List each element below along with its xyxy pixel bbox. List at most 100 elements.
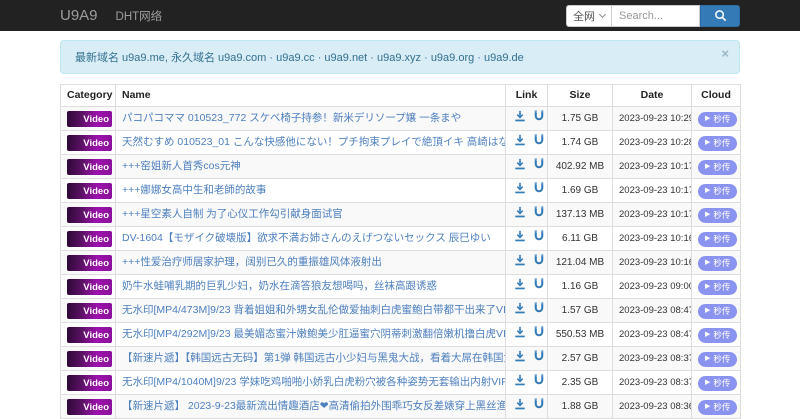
magnet-icon[interactable] xyxy=(533,206,545,223)
magnet-icon[interactable] xyxy=(533,278,545,295)
cloud-instant-upload-button[interactable]: ▶ 秒传 xyxy=(698,112,738,127)
torrent-name-link[interactable]: 无水印[MP4/473M]9/23 背着姐姐和外甥女乱伦做爱抽刺白虎蜜鲍白带都干… xyxy=(122,304,505,316)
magnet-icon[interactable] xyxy=(533,374,545,391)
download-icon[interactable] xyxy=(514,398,526,415)
search-icon xyxy=(714,10,726,22)
download-icon[interactable] xyxy=(514,302,526,319)
category-badge-video[interactable]: Video xyxy=(67,326,112,343)
date-cell: 2023-09-23 08:36:49 xyxy=(612,394,692,419)
cloud-instant-upload-button[interactable]: ▶ 秒传 xyxy=(698,160,738,175)
name-cell: 天然むすめ 010523_01 こんな快感他にない！プチ拘束プレイで絶頂イキ 高… xyxy=(115,130,506,155)
play-icon: ▶ xyxy=(705,283,711,291)
play-icon: ▶ xyxy=(705,187,711,195)
date-cell: 2023-09-23 10:29:21 xyxy=(612,106,692,131)
torrent-name-link[interactable]: パコパコママ 010523_772 スケベ椅子持参！新米デリソープ嬢 一条まや xyxy=(122,112,461,124)
category-badge-video[interactable]: Video xyxy=(67,182,112,199)
torrent-name-link[interactable]: 【新速片遞】 2023-9-23最新流出情趣酒店❤高清偷拍外围乖巧女反差婊穿上黑… xyxy=(122,400,505,412)
magnet-icon[interactable] xyxy=(533,110,545,127)
link-cell xyxy=(505,394,548,419)
cloud-instant-upload-button[interactable]: ▶ 秒传 xyxy=(698,136,738,151)
table-row: Video +++娜娜女高中生和老師的故事 1.69 GB 2023-09-23… xyxy=(60,178,741,203)
size-cell: 1.88 GB xyxy=(547,394,613,419)
play-icon: ▶ xyxy=(705,259,711,267)
magnet-icon[interactable] xyxy=(533,350,545,367)
cloud-cell: ▶ 秒传 xyxy=(691,178,741,203)
category-badge-video[interactable]: Video xyxy=(67,230,112,247)
torrent-name-link[interactable]: 奶牛水蛙哺乳期的巨乳少妇，奶水在滴答狼友想喝吗，丝袜高跟诱惑 xyxy=(122,280,437,292)
download-icon[interactable] xyxy=(514,350,526,367)
magnet-icon[interactable] xyxy=(533,230,545,247)
play-icon: ▶ xyxy=(705,403,711,411)
torrent-name-link[interactable]: +++性爱治疗师居家护理，阔别已久的重振雄风体液射出 xyxy=(122,256,382,268)
cloud-instant-upload-button[interactable]: ▶ 秒传 xyxy=(698,280,738,295)
size-cell: 402.92 MB xyxy=(547,154,613,179)
search-input[interactable] xyxy=(612,4,700,27)
brand-logo[interactable]: U9A9 xyxy=(60,7,98,24)
category-badge-video[interactable]: Video xyxy=(67,302,112,319)
cloud-button-label: 秒传 xyxy=(713,258,731,269)
torrent-name-link[interactable]: 无水印[MP4/1040M]9/23 学妹吃鸡啪啪小娇乳白虎粉穴被各种姿势无套输… xyxy=(122,376,505,388)
category-cell: Video xyxy=(60,178,116,203)
cloud-cell: ▶ 秒传 xyxy=(691,346,741,371)
link-cell xyxy=(505,130,548,155)
search-scope-select[interactable]: 全网 xyxy=(566,4,612,27)
cloud-button-label: 秒传 xyxy=(713,234,731,245)
category-badge-video[interactable]: Video xyxy=(67,374,112,391)
download-icon[interactable] xyxy=(514,158,526,175)
torrent-name-link[interactable]: DV-1604【モザイク破壊版】欲求不満お姉さんのえげつないセックス 辰巳ゆい xyxy=(122,232,491,244)
cloud-instant-upload-button[interactable]: ▶ 秒传 xyxy=(698,328,738,343)
header-date: Date xyxy=(612,84,692,107)
table-row: Video DV-1604【モザイク破壊版】欲求不満お姉さんのえげつないセックス… xyxy=(60,226,741,251)
cloud-instant-upload-button[interactable]: ▶ 秒传 xyxy=(698,352,738,367)
cloud-instant-upload-button[interactable]: ▶ 秒传 xyxy=(698,400,738,415)
torrent-name-link[interactable]: 无水印[MP4/292M]9/23 最美媚态蜜汁嫩鲍美少肛逼蜜穴阴蒂刺激翻倍嫩机… xyxy=(122,328,505,340)
category-badge-video[interactable]: Video xyxy=(67,254,112,271)
size-cell: 2.35 GB xyxy=(547,370,613,395)
magnet-icon[interactable] xyxy=(533,158,545,175)
cloud-cell: ▶ 秒传 xyxy=(691,226,741,251)
cloud-instant-upload-button[interactable]: ▶ 秒传 xyxy=(698,208,738,223)
nav-link-dht[interactable]: DHT网络 xyxy=(116,8,163,24)
cloud-instant-upload-button[interactable]: ▶ 秒传 xyxy=(698,376,738,391)
category-badge-video[interactable]: Video xyxy=(67,398,112,415)
category-badge-video[interactable]: Video xyxy=(67,350,112,367)
name-cell: +++窑姐新人首秀cos元神 xyxy=(115,154,506,179)
magnet-icon[interactable] xyxy=(533,326,545,343)
download-icon[interactable] xyxy=(514,374,526,391)
torrent-name-link[interactable]: +++娜娜女高中生和老師的故事 xyxy=(122,184,266,196)
category-badge-video[interactable]: Video xyxy=(67,278,112,295)
category-badge-video[interactable]: Video xyxy=(67,110,112,127)
cloud-instant-upload-button[interactable]: ▶ 秒传 xyxy=(698,304,738,319)
magnet-icon[interactable] xyxy=(533,302,545,319)
torrent-name-link[interactable]: 天然むすめ 010523_01 こんな快感他にない！プチ拘束プレイで絶頂イキ 高… xyxy=(122,136,505,148)
download-icon[interactable] xyxy=(514,110,526,127)
download-icon[interactable] xyxy=(514,182,526,199)
magnet-icon[interactable] xyxy=(533,134,545,151)
magnet-icon[interactable] xyxy=(533,398,545,415)
cloud-instant-upload-button[interactable]: ▶ 秒传 xyxy=(698,256,738,271)
download-icon[interactable] xyxy=(514,326,526,343)
download-icon[interactable] xyxy=(514,254,526,271)
magnet-icon[interactable] xyxy=(533,182,545,199)
torrent-name-link[interactable]: +++窑姐新人首秀cos元神 xyxy=(122,160,241,172)
cloud-instant-upload-button[interactable]: ▶ 秒传 xyxy=(698,184,738,199)
cloud-instant-upload-button[interactable]: ▶ 秒传 xyxy=(698,232,738,247)
download-icon[interactable] xyxy=(514,134,526,151)
date-cell: 2023-09-23 10:17:08 xyxy=(612,202,692,227)
table-row: Video +++性爱治疗师居家护理，阔别已久的重振雄风体液射出 121.04 … xyxy=(60,250,741,275)
header-name: Name xyxy=(115,84,506,107)
download-icon[interactable] xyxy=(514,206,526,223)
category-badge-video[interactable]: Video xyxy=(67,134,112,151)
link-cell xyxy=(505,178,548,203)
download-icon[interactable] xyxy=(514,230,526,247)
magnet-icon[interactable] xyxy=(533,254,545,271)
download-icon[interactable] xyxy=(514,278,526,295)
date-cell: 2023-09-23 10:16:55 xyxy=(612,226,692,251)
torrent-name-link[interactable]: +++星空素人自制 为了心仪工作勾引献身面试官 xyxy=(122,208,343,220)
torrent-name-link[interactable]: 【新速片遞】【韩国远古无码】第1弹 韩国远古小少妇与黑鬼大战，看着大屌在韩国女人… xyxy=(122,352,505,364)
search-button[interactable] xyxy=(700,4,740,27)
category-badge-video[interactable]: Video xyxy=(67,158,112,175)
cloud-button-label: 秒传 xyxy=(713,306,731,317)
close-icon[interactable]: × xyxy=(721,47,729,60)
category-badge-video[interactable]: Video xyxy=(67,206,112,223)
